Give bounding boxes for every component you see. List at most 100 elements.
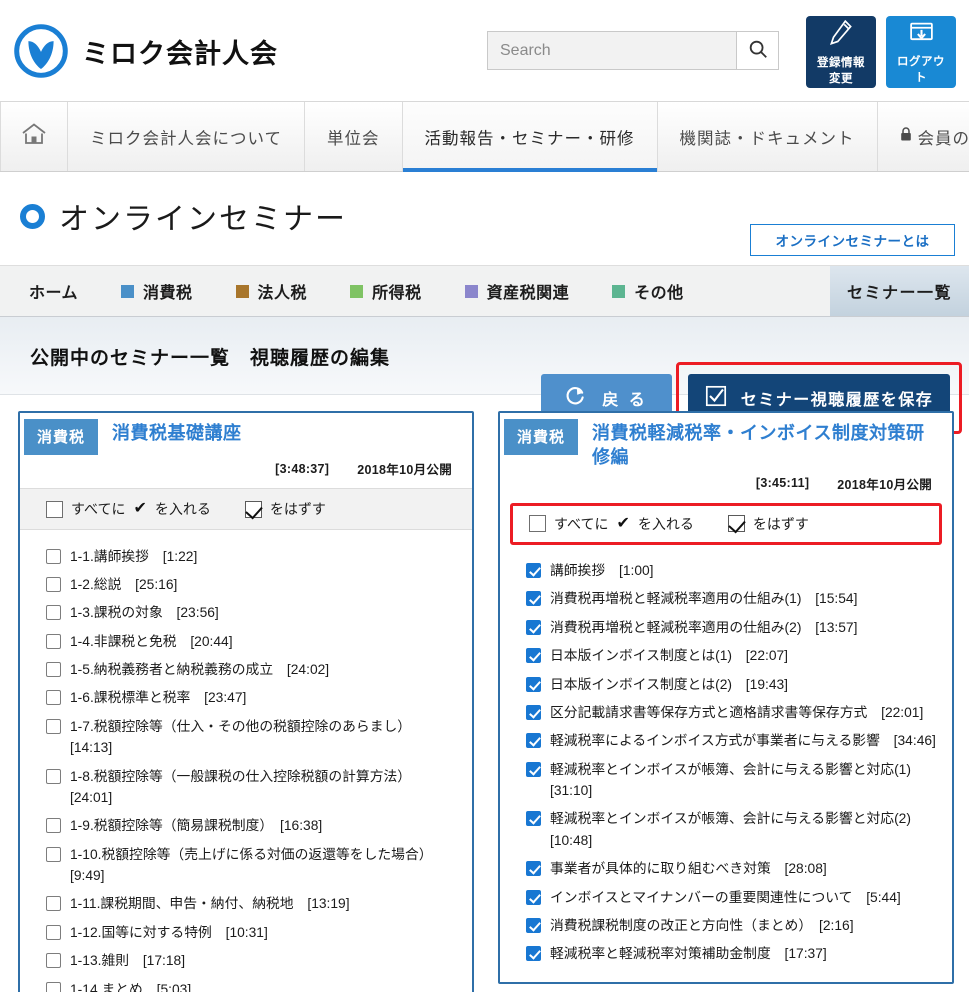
search-button[interactable] [736, 32, 778, 69]
list-item[interactable]: 1-1.講師挨拶 [1:22] [46, 542, 458, 570]
uncheck-all-option[interactable]: をはずす [244, 499, 326, 519]
nav-item-activity-seminar[interactable]: 活動報告・セミナー・研修 [402, 102, 658, 172]
list-item[interactable]: 1-11.課税期間、申告・納付、納税地 [13:19] [46, 890, 458, 918]
category-item-other[interactable]: その他 [612, 266, 684, 316]
nav-item-documents[interactable]: 機関誌・ドキュメント [657, 102, 878, 171]
item-checkbox[interactable] [46, 896, 61, 912]
item-checkbox[interactable] [46, 953, 61, 969]
category-item-property-tax[interactable]: 資産税関連 [464, 266, 570, 316]
item-checkbox[interactable] [46, 818, 61, 834]
item-checkbox[interactable] [526, 917, 541, 933]
list-item[interactable]: 消費税課税制度の改正と方向性（まとめ） [2:16] [526, 911, 938, 939]
nav-item-unit[interactable]: 単位会 [305, 102, 403, 171]
list-item[interactable]: 消費税再増税と軽減税率適用の仕組み(2) [13:57] [526, 613, 938, 641]
item-checkbox[interactable] [526, 591, 541, 607]
list-item[interactable]: 消費税再増税と軽減税率適用の仕組み(1) [15:54] [526, 585, 938, 613]
list-item[interactable]: 軽減税率と軽減税率対策補助金制度 [17:37] [526, 940, 938, 968]
item-label: 1-2.総説 [25:16] [70, 576, 178, 592]
item-checkbox[interactable] [46, 576, 61, 592]
list-item[interactable]: 1-14.まとめ [5:03] [46, 975, 458, 992]
item-checkbox[interactable] [46, 981, 61, 992]
check-all-checkbox[interactable] [529, 515, 546, 533]
list-item[interactable]: 日本版インボイス制度とは(1) [22:07] [526, 642, 938, 670]
seminar-title[interactable]: 消費税基礎講座 [98, 413, 254, 445]
list-item[interactable]: 軽減税率とインボイスが帳簿、会計に与える影響と対応(1) [31:10] [526, 755, 938, 805]
list-item[interactable]: 講師挨拶 [1:00] [526, 557, 938, 585]
item-label: 1-9.税額控除等（簡易課税制度） [16:38] [70, 818, 323, 834]
list-item[interactable]: 1-5.納税義務者と納税義務の成立 [24:02] [46, 656, 458, 684]
item-checkbox[interactable] [46, 548, 61, 564]
item-checkbox[interactable] [526, 811, 541, 827]
item-checkbox[interactable] [46, 605, 61, 621]
miroku-logo-icon [14, 24, 68, 78]
list-item[interactable]: 1-4.非課税と免税 [20:44] [46, 627, 458, 655]
item-label: 軽減税率とインボイスが帳簿、会計に与える影響と対応(1) [31:10] [550, 761, 925, 799]
uncheck-all-label: をはずす [269, 501, 326, 517]
list-item[interactable]: 1-6.課税標準と税率 [23:47] [46, 684, 458, 712]
list-item[interactable]: 1-3.課税の対象 [23:56] [46, 599, 458, 627]
category-item-corporate-tax[interactable]: 法人税 [235, 266, 308, 316]
item-checkbox[interactable] [526, 563, 541, 579]
seminar-check-toolbar: すべてに ✔ を入れる をはずす [510, 502, 942, 545]
brand[interactable]: ミロク会計人会 [14, 24, 278, 78]
uncheck-all-option[interactable]: をはずす [727, 514, 809, 534]
list-item[interactable]: 1-8.税額控除等（一般課税の仕入控除税額の計算方法） [24:01] [46, 762, 458, 812]
nav-item-home[interactable] [0, 102, 68, 171]
item-checkbox[interactable] [46, 846, 61, 862]
logout-button[interactable]: ログアウト [886, 16, 956, 88]
check-all-option[interactable]: すべてに ✔ を入れる [46, 499, 211, 519]
search-input[interactable] [488, 32, 736, 69]
seminar-item-list: 講師挨拶 [1:00] 消費税再増税と軽減税率適用の仕組み(1) [15:54]… [500, 545, 952, 983]
list-item[interactable]: 軽減税率とインボイスが帳簿、会計に与える影響と対応(2) [10:48] [526, 805, 938, 855]
list-item[interactable]: 事業者が具体的に取り組むべき対策 [28:08] [526, 855, 938, 883]
search-box[interactable] [487, 31, 779, 70]
nav-item-member-room[interactable]: 会員の部屋 [877, 102, 969, 171]
list-item[interactable]: 区分記載請求書等保存方式と適格請求書等保存方式 [22:01] [526, 698, 938, 726]
list-item[interactable]: 1-13.雑則 [17:18] [46, 947, 458, 975]
seminar-cards: 消費税 消費税基礎講座 [3:48:37] 2018年10月公開 すべてに ✔ … [0, 395, 969, 992]
category-item-consumption-tax[interactable]: 消費税 [121, 266, 193, 316]
check-all-option[interactable]: すべてに ✔ を入れる [529, 514, 694, 534]
category-item-income-tax[interactable]: 所得税 [350, 266, 422, 316]
list-item[interactable]: 1-2.総説 [25:16] [46, 570, 458, 598]
what-is-online-seminar-button[interactable]: オンラインセミナーとは [750, 224, 955, 256]
list-item[interactable]: 1-7.税額控除等（仕入・その他の税額控除のあらまし） [14:13] [46, 712, 458, 762]
tab-seminar-list[interactable]: セミナー一覧 [830, 266, 969, 316]
item-checkbox[interactable] [526, 619, 541, 635]
item-checkbox[interactable] [526, 889, 541, 905]
item-checkbox[interactable] [46, 690, 61, 706]
uncheck-all-checkbox[interactable] [727, 515, 745, 533]
item-checkbox[interactable] [526, 761, 541, 777]
item-checkbox[interactable] [46, 924, 61, 940]
item-checkbox[interactable] [46, 768, 61, 784]
list-item[interactable]: 1-9.税額控除等（簡易課税制度） [16:38] [46, 812, 458, 840]
list-item[interactable]: 1-12.国等に対する特例 [10:31] [46, 918, 458, 946]
nav-item-about[interactable]: ミロク会計人会について [68, 102, 306, 171]
item-label: 1-1.講師挨拶 [1:22] [70, 548, 198, 564]
uncheck-all-checkbox[interactable] [244, 500, 262, 518]
list-item[interactable]: 日本版インボイス制度とは(2) [19:43] [526, 670, 938, 698]
item-checkbox[interactable] [46, 633, 61, 649]
register-info-change-button[interactable]: 登録情報変更 [806, 16, 876, 88]
list-item[interactable]: 軽減税率によるインボイス方式が事業者に与える影響 [34:46] [526, 727, 938, 755]
item-checkbox[interactable] [526, 648, 541, 664]
list-item[interactable]: 1-10.税額控除等（売上げに係る対価の返還等をした場合） [9:49] [46, 840, 458, 890]
seminar-title[interactable]: 消費税軽減税率・インボイス制度対策研修編 [578, 413, 952, 470]
item-checkbox[interactable] [46, 718, 61, 734]
item-label: 日本版インボイス制度とは(2) [19:43] [550, 676, 788, 692]
nav-item-about-label: ミロク会計人会について [90, 129, 283, 148]
color-swatch-consumption-tax [121, 284, 135, 298]
item-checkbox[interactable] [526, 704, 541, 720]
check-all-suffix: を入れる [637, 515, 694, 532]
item-checkbox[interactable] [526, 676, 541, 692]
item-checkbox[interactable] [526, 733, 541, 749]
item-checkbox[interactable] [46, 662, 61, 677]
item-checkbox[interactable] [526, 861, 541, 877]
item-label: 軽減税率によるインボイス方式が事業者に与える影響 [34:46] [550, 733, 936, 749]
list-item[interactable]: インボイスとマイナンバーの重要関連性について [5:44] [526, 883, 938, 911]
site-header: ミロク会計人会 登録情報変更 ログアウト [0, 0, 969, 102]
item-checkbox[interactable] [526, 946, 541, 962]
check-all-checkbox[interactable] [46, 500, 63, 518]
category-item-home[interactable]: ホーム [29, 266, 78, 316]
color-swatch-property-tax [464, 284, 478, 298]
